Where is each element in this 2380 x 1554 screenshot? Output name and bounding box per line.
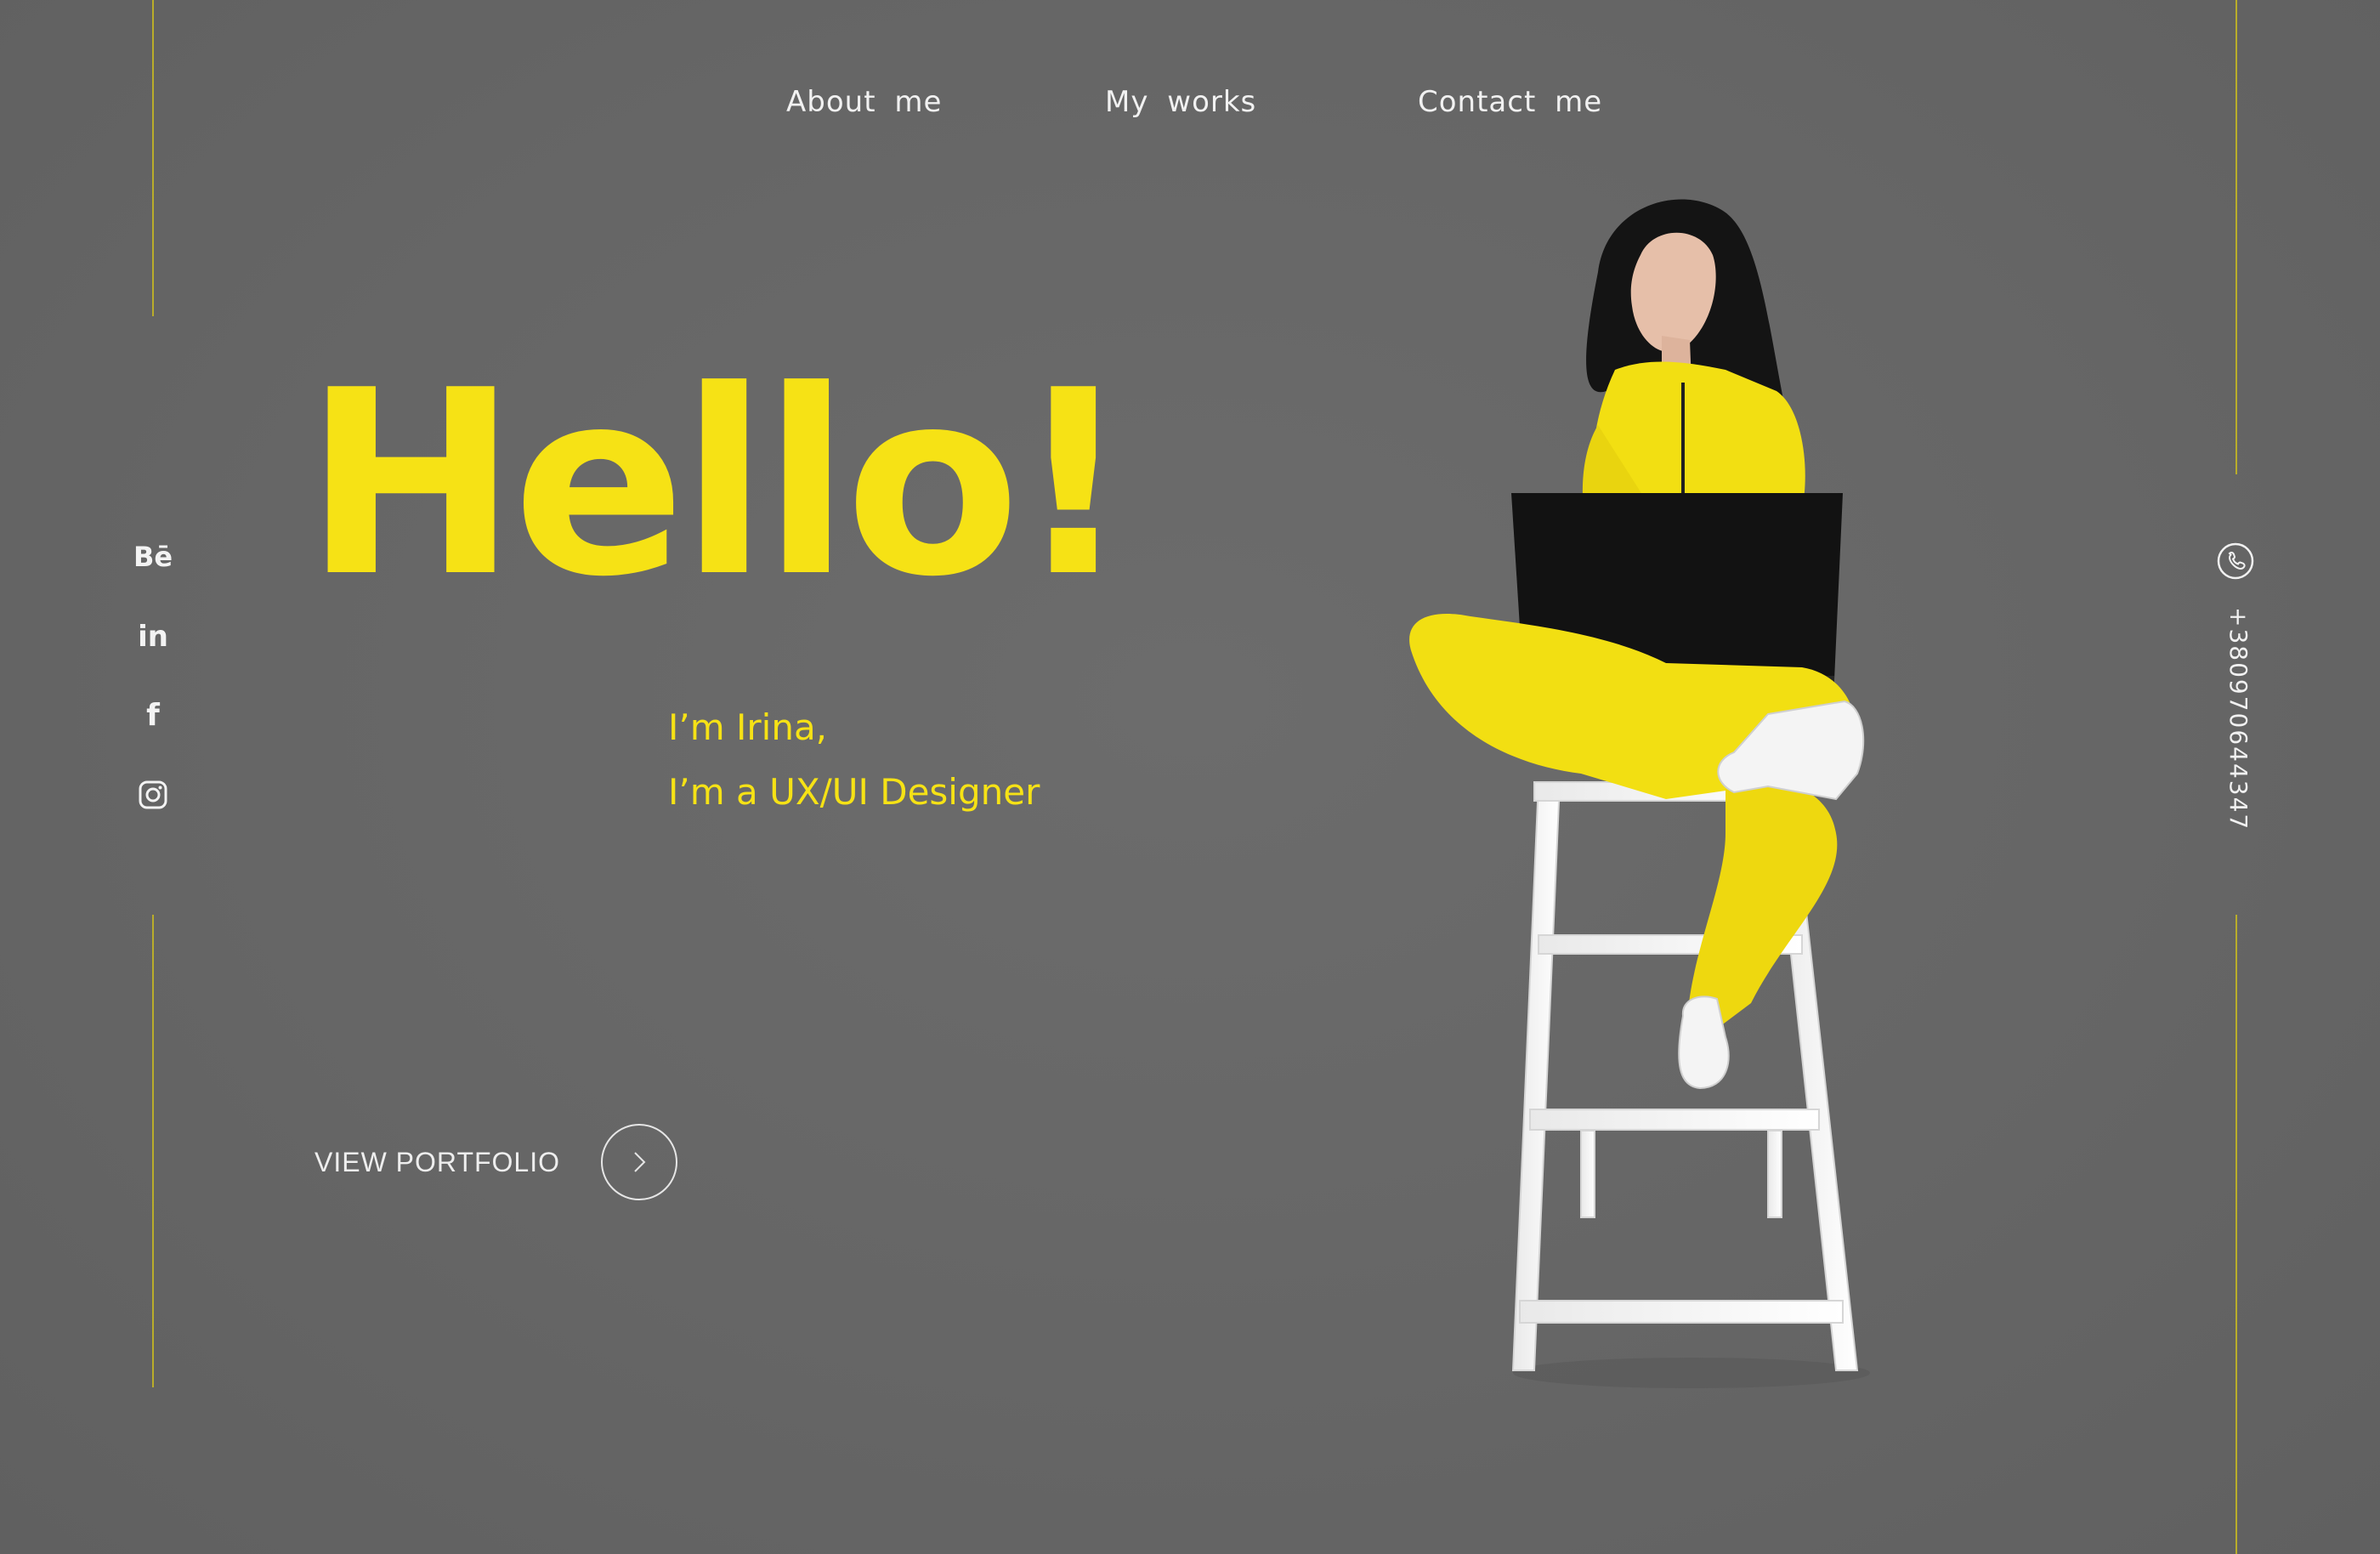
main-nav: About me My works Contact me <box>0 85 2380 136</box>
intro-line-role: I’m a UX/UI Designer <box>668 771 1040 813</box>
nav-about-me[interactable]: About me <box>786 85 942 119</box>
view-portfolio-label[interactable]: VIEW PORTFOLIO <box>314 1147 560 1178</box>
facebook-icon[interactable]: f <box>128 694 178 736</box>
right-rail-top <box>2236 0 2237 474</box>
hero-intro: I’m Irina, I’m a UX/UI Designer <box>668 695 1040 825</box>
phone-icon[interactable] <box>2217 542 2254 580</box>
behance-icon[interactable]: Bē <box>128 536 178 578</box>
intro-line-name: I’m Irina, <box>668 706 828 748</box>
designer-photo <box>1409 199 1870 1388</box>
hero-heading: Hello! <box>304 336 1131 632</box>
view-portfolio-button[interactable] <box>601 1124 677 1200</box>
left-rail-bottom <box>152 915 154 1387</box>
right-rail-bottom <box>2236 915 2237 1554</box>
landing-page: About me My works Contact me Bē in f Hel… <box>0 0 2380 1554</box>
instagram-icon[interactable] <box>128 774 178 816</box>
view-portfolio-cta[interactable]: VIEW PORTFOLIO <box>314 1124 677 1200</box>
nav-my-works[interactable]: My works <box>1105 85 1256 119</box>
left-rail-top <box>152 0 154 316</box>
phone-number[interactable]: +380970644347 <box>2218 607 2252 831</box>
nav-contact-me[interactable]: Contact me <box>1418 85 1602 119</box>
chevron-right-icon <box>634 1152 646 1172</box>
linkedin-icon[interactable]: in <box>128 615 178 658</box>
